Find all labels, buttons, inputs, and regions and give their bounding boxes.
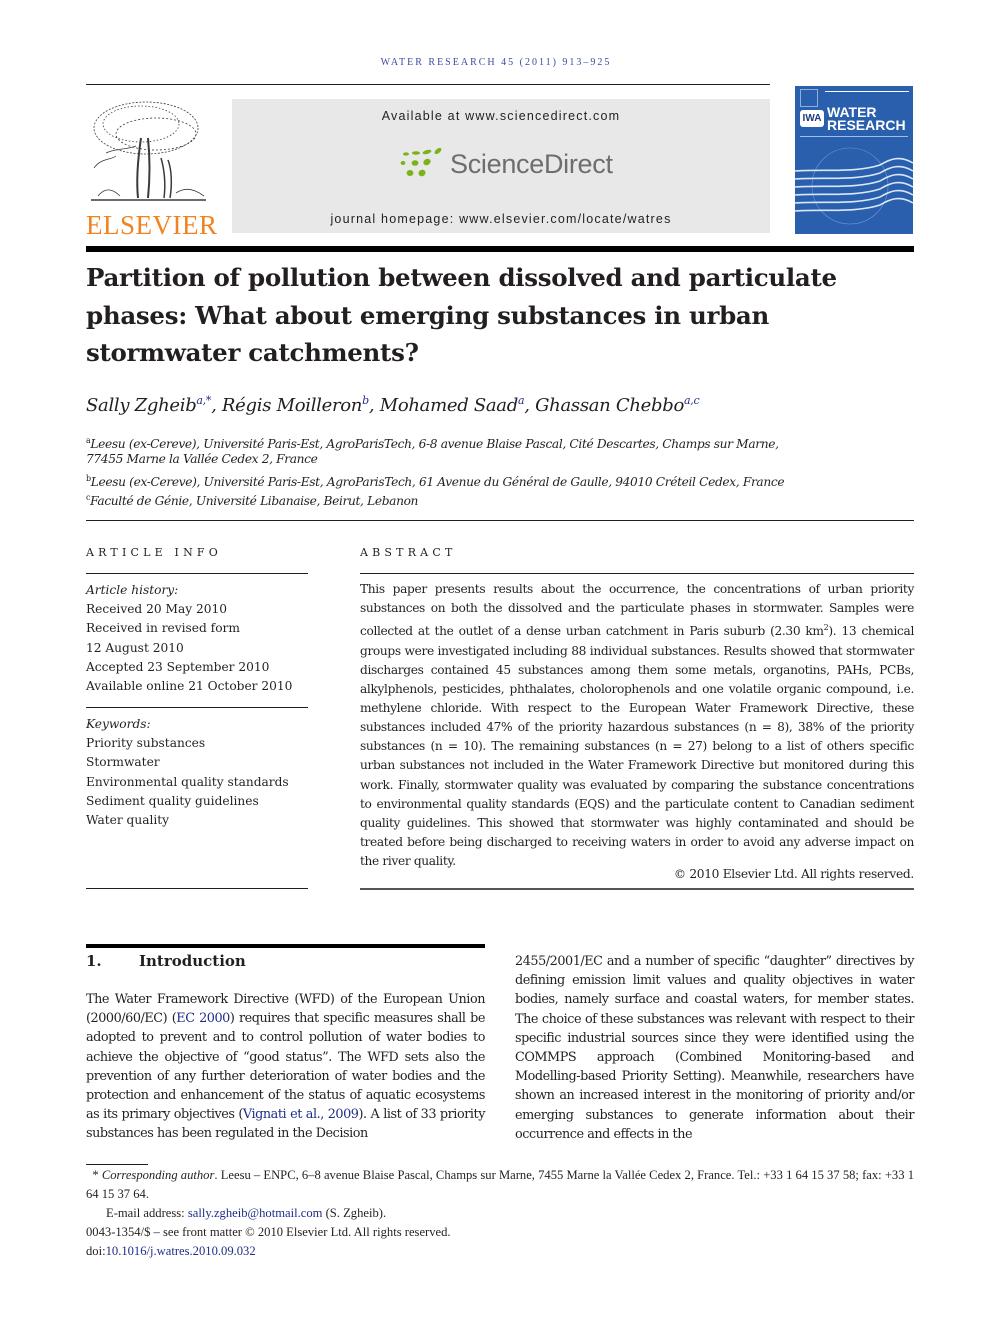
issn-line: 0043-1354/$ – see front matter © 2010 El…	[86, 1225, 451, 1239]
affiliation-c: cFaculté de Génie, Université Libanaise,…	[86, 488, 418, 511]
corresponding-author-footnote: * Corresponding author. Leesu – ENPC, 6–…	[86, 1166, 914, 1204]
sciencedirect-logo[interactable]: ScienceDirect	[398, 147, 613, 187]
author-name[interactable]: Ghassan Chebbo	[535, 395, 684, 416]
email-link[interactable]: sally.zgheib@hotmail.com	[188, 1206, 323, 1220]
article-info-rule	[86, 573, 308, 574]
keywords: Keywords: Priority substances Stormwater…	[86, 715, 289, 830]
article-info-bottom-rule	[86, 888, 308, 889]
email-suffix: (S. Zgheib).	[322, 1206, 387, 1220]
doi-label: doi:	[86, 1244, 106, 1258]
intro-column-1: The Water Framework Directive (WFD) of t…	[86, 990, 485, 1144]
intro-column-2: 2455/2001/EC and a number of specific “d…	[515, 954, 914, 1142]
history-item: Received in revised form	[86, 621, 240, 636]
cover-title-line2: RESEARCH	[827, 117, 906, 133]
author-affil-mark[interactable]: a,c	[684, 394, 700, 407]
keywords-rule	[86, 707, 308, 708]
history-item: Accepted 23 September 2010	[86, 659, 270, 674]
sciencedirect-dots-icon	[400, 147, 442, 177]
affiliation-a-cont: 77455 Marne la Vallée Cedex 2, France	[86, 450, 318, 469]
journal-citation: WATER RESEARCH 45 (2011) 913–925	[380, 57, 612, 68]
affiliation-text: Leesu (ex-Cereve), Université Paris-Est,…	[90, 437, 779, 452]
sciencedirect-banner: Available at www.sciencedirect.com Scien…	[232, 99, 770, 233]
article-title: Partition of pollution between dissolved…	[86, 263, 837, 367]
abstract-rule	[360, 573, 914, 574]
cover-title: WATER RESEARCH	[827, 105, 906, 133]
elsevier-tree-icon	[91, 101, 206, 201]
cover-subtitle-rule	[800, 136, 908, 137]
journal-cover[interactable]: IWA WATER RESEARCH	[795, 86, 913, 234]
doi-line: doi:10.1016/j.watres.2010.09.032	[86, 1242, 914, 1261]
keyword-item: Environmental quality standards	[86, 774, 289, 789]
header-thick-rule	[86, 246, 914, 252]
doi-link[interactable]: 10.1016/j.watres.2010.09.032	[106, 1244, 256, 1258]
abstract-text-part: ). 13 chemical groups were investigated …	[360, 624, 914, 869]
available-at-link[interactable]: Available at www.sciencedirect.com	[232, 109, 770, 123]
abstract-bottom-rule	[360, 888, 914, 890]
journal-homepage-link[interactable]: journal homepage: www.elsevier.com/locat…	[232, 212, 770, 226]
keywords-label: Keywords:	[86, 717, 151, 731]
abstract-copyright: © 2010 Elsevier Ltd. All rights reserved…	[673, 867, 914, 881]
header-rule	[86, 84, 770, 85]
article-info-heading: ARTICLE INFO	[86, 546, 222, 559]
email-label: E-mail address:	[106, 1206, 188, 1220]
author-affil-mark[interactable]: a,*	[196, 394, 211, 407]
affiliation-text: Leesu (ex-Cereve), Université Paris-Est,…	[90, 475, 785, 490]
abstract-heading: ABSTRACT	[360, 546, 457, 559]
cover-elsevier-mark	[800, 89, 818, 107]
citation-link[interactable]: EC 2000	[176, 1011, 230, 1026]
elsevier-logo[interactable]: ELSEVIER	[86, 98, 218, 240]
author-name[interactable]: Régis Moilleron	[222, 395, 362, 416]
cover-rule	[825, 91, 909, 92]
footnote-label: Corresponding author	[101, 1168, 215, 1182]
author-name[interactable]: Mohamed Saad	[380, 395, 519, 416]
section-rule	[86, 520, 914, 521]
author-name[interactable]: Sally Zgheib	[86, 395, 197, 416]
email-footnote: E-mail address: sally.zgheib@hotmail.com…	[86, 1204, 934, 1223]
history-item: 12 August 2010	[86, 640, 184, 655]
footnote-mark: *	[92, 1168, 99, 1182]
history-label: Article history:	[86, 583, 179, 597]
affiliation-text: Faculté de Génie, Université Libanaise, …	[90, 494, 419, 509]
keyword-item: Sediment quality guidelines	[86, 793, 259, 808]
author-affil-mark[interactable]: a	[518, 394, 525, 407]
affiliation-text: 77455 Marne la Vallée Cedex 2, France	[86, 452, 318, 466]
history-item: Available online 21 October 2010	[86, 679, 293, 694]
sciencedirect-wordmark: ScienceDirect	[450, 149, 613, 179]
section-title: Introduction	[139, 952, 246, 970]
cover-wave-graphic-icon	[795, 147, 913, 225]
intro-rule	[86, 944, 485, 948]
section-number: 1.	[86, 952, 102, 970]
keyword-item: Priority substances	[86, 736, 206, 751]
keyword-item: Water quality	[86, 813, 170, 828]
article-history: Article history: Received 20 May 2010 Re…	[86, 581, 292, 696]
citation-link[interactable]: Vignati et al., 2009	[243, 1107, 359, 1122]
author-list: Sally Zgheiba,*, Régis Moilleronb, Moham…	[86, 394, 700, 416]
history-item: Received 20 May 2010	[86, 602, 228, 617]
body-text: ) requires that specific measures shall …	[86, 1011, 485, 1123]
elsevier-wordmark: ELSEVIER	[86, 210, 218, 240]
intro-heading: 1. Introduction	[86, 952, 246, 970]
footnote-rule	[86, 1164, 148, 1165]
iwa-badge: IWA	[800, 110, 824, 127]
abstract-text: This paper presents results about the oc…	[360, 580, 914, 871]
author-affil-mark[interactable]: b	[362, 394, 369, 407]
keyword-item: Stormwater	[86, 755, 160, 770]
